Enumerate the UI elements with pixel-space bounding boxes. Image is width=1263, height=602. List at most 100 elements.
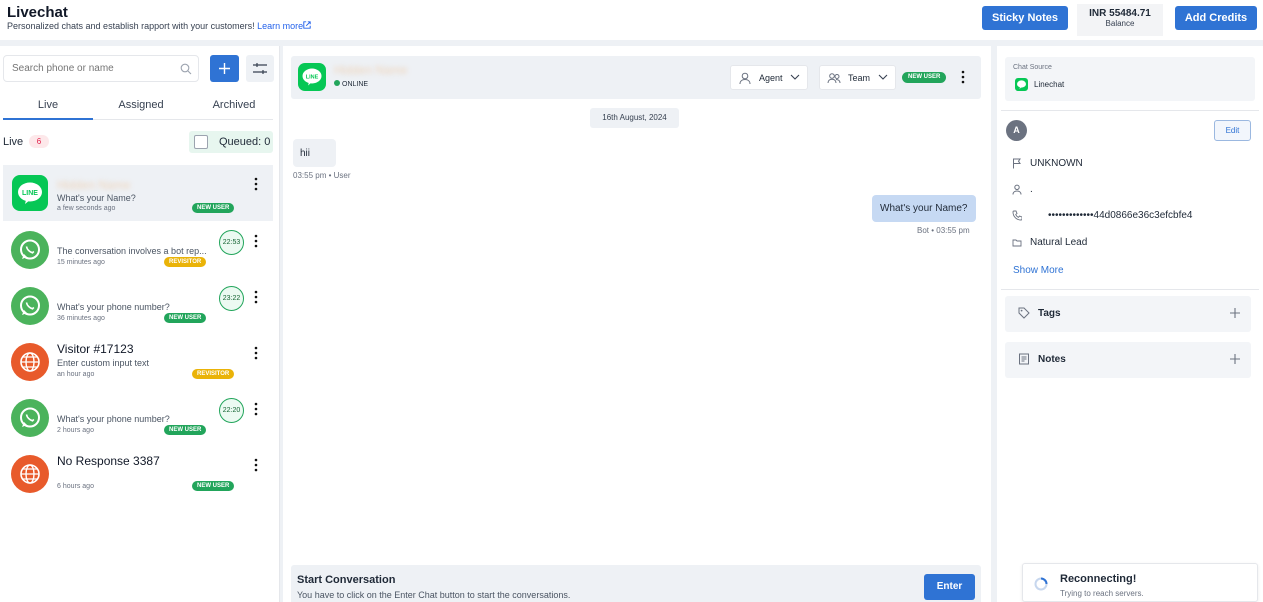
chat-time: 36 minutes ago [57,315,105,322]
contact-phone: •••••••••••••44d0866e36c3efcbfe4 [1048,210,1193,221]
contact-name: Hidden Name [334,63,408,77]
new-user-badge: NEW USER [164,313,207,323]
page-subtitle: Personalized chats and establish rapport… [7,21,311,31]
learn-more-link[interactable]: Learn more [257,21,311,31]
toast-subtitle: Trying to reach servers. [1060,589,1144,598]
search-box [3,55,199,82]
date-divider: 16th August, 2024 [590,108,679,128]
whatsapp-icon [11,287,49,325]
more-options-icon[interactable] [254,290,258,304]
sliders-icon [253,63,267,74]
sticky-notes-button[interactable]: Sticky Notes [982,6,1068,30]
tags-section[interactable]: Tags [1005,296,1251,332]
user-icon [1012,184,1022,195]
plus-icon [219,63,230,74]
tab-archived[interactable]: Archived [189,99,279,111]
live-summary: Live 6 Queued: 0 [3,131,273,153]
queued-checkbox[interactable] [194,135,208,149]
chat-source-card: Chat Source Linechat [1005,57,1255,101]
user-icon [739,72,751,85]
external-link-icon [303,21,311,29]
tags-label: Tags [1038,308,1061,319]
revisitor-badge: REVISITOR [192,369,235,379]
plus-icon[interactable] [1229,353,1241,365]
chat-list-item[interactable]: No Response 3387 6 hours ago NEW USER [3,446,273,502]
subtitle-text: Personalized chats and establish rapport… [7,21,255,31]
notes-label: Notes [1038,354,1066,365]
svg-text:LINE: LINE [306,75,319,81]
tab-live[interactable]: Live [3,99,93,120]
chat-time: an hour ago [57,371,95,378]
chat-contact-name: Hidden Name [57,178,131,192]
tag-icon [1018,307,1030,319]
chat-last-message: The conversation involves a bot rep... [57,246,207,256]
more-options-icon[interactable] [254,458,258,472]
incoming-message: hii [293,139,336,167]
contact-name: . [1030,184,1033,195]
start-conversation-hint: You have to click on the Enter Chat butt… [297,590,571,600]
chat-last-message: What's your phone number? [57,414,170,424]
new-user-badge: NEW USER [192,481,235,491]
online-dot [334,80,340,86]
new-user-badge: NEW USER [902,72,947,83]
chat-list-item[interactable]: What's your phone number? 36 minutes ago… [3,278,273,334]
search-input[interactable] [4,56,169,81]
filter-button[interactable] [246,55,274,82]
contact-details-panel: Chat Source Linechat A Edit UNKNOWN . ••… [997,46,1263,602]
spinner-icon [1034,577,1048,591]
edit-contact-button[interactable]: Edit [1214,120,1251,141]
team-select[interactable]: Team [819,65,896,90]
chat-last-message: What's your Name? [57,193,136,203]
tab-assigned[interactable]: Assigned [96,99,186,111]
chat-timer: 22:20 [219,398,244,423]
page-title: Livechat [7,4,68,21]
enter-chat-button[interactable]: Enter [924,574,975,600]
chat-last-message: Enter custom input text [57,358,150,368]
line-icon: LINE [298,63,326,91]
line-icon [1015,78,1028,91]
chat-time: a few seconds ago [57,205,116,212]
notes-section[interactable]: Notes [1005,342,1251,378]
more-options-icon[interactable] [254,177,258,191]
chat-time: 6 hours ago [57,483,94,490]
agent-select[interactable]: Agent [730,65,808,90]
outgoing-message-meta: Bot • 03:55 pm [917,226,970,235]
chat-contact-name: No Response 3387 [57,454,160,468]
add-credits-button[interactable]: Add Credits [1175,6,1257,30]
line-icon: LINE [12,175,48,211]
online-status: ONLINE [334,80,368,88]
live-count-badge: 6 [29,135,49,148]
queued-toggle[interactable]: Queued: 0 [189,131,273,153]
chat-list-item[interactable]: The conversation involves a bot rep... 1… [3,222,273,278]
whatsapp-icon [11,231,49,269]
plus-icon[interactable] [1229,307,1241,319]
top-header: Livechat Personalized chats and establis… [0,0,1263,40]
team-icon [827,73,841,84]
chat-list-item[interactable]: What's your phone number? 2 hours ago 22… [3,390,273,446]
new-chat-button[interactable] [210,55,239,82]
agent-label: Agent [759,73,783,83]
outgoing-message: What's your Name? [872,195,976,222]
conversation-panel: LINE Hidden Name ONLINE Agent Team NEW U… [283,46,991,602]
balance-display: INR 55484.71 Balance [1077,4,1163,36]
folder-icon [1012,239,1022,247]
balance-amount: INR 55484.71 [1089,8,1151,19]
more-options-icon[interactable] [254,346,258,360]
show-more-link[interactable]: Show More [1013,265,1064,276]
queued-label: Queued: 0 [219,136,271,148]
more-options-icon[interactable] [254,402,258,416]
avatar: A [1006,120,1027,141]
chat-time: 2 hours ago [57,427,94,434]
chevron-down-icon [878,74,888,80]
phone-icon [1012,210,1022,221]
chat-time: 15 minutes ago [57,259,105,266]
live-label: Live [3,136,24,148]
chevron-down-icon [790,74,800,80]
chat-timer: 22:53 [219,230,244,255]
more-options-icon[interactable] [961,70,965,84]
chat-list-item[interactable]: LINE Hidden Name What's your Name? a few… [3,165,273,221]
notes-icon [1019,353,1029,365]
chat-list-item[interactable]: Visitor #17123 Enter custom input text a… [3,334,273,390]
more-options-icon[interactable] [254,234,258,248]
toast-title: Reconnecting! [1060,573,1137,585]
